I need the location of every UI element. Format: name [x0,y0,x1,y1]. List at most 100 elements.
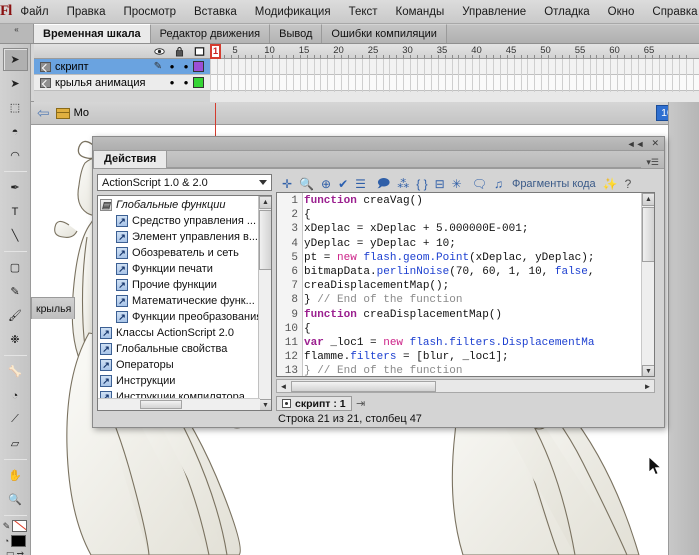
layer-outline-color[interactable] [193,77,204,88]
tree-hscroll-thumb[interactable] [140,400,182,409]
outline-icon[interactable] [194,46,205,57]
tree-vertical-scrollbar[interactable]: ▲ ▼ [258,196,271,410]
toolbox-tree-item[interactable]: ↗ Инструкции [98,373,258,389]
code-line[interactable]: { [304,209,641,223]
gradient-transform-tool[interactable]: ◓ [3,120,28,143]
code-line[interactable]: yDeplac = yDeplac + 10; [304,238,641,252]
check-syntax-icon[interactable]: ✔ [338,177,348,191]
collapse-icon[interactable]: ◄◄ [627,139,645,149]
toolbox-tree-item[interactable]: ↗ Классы ActionScript 2.0 [98,325,258,341]
tree-scroll-thumb[interactable] [259,210,271,270]
frame-row-wings[interactable] [210,75,699,91]
menu-item-7[interactable]: Управление [453,3,535,21]
menu-item-9[interactable]: Окно [599,3,644,21]
menu-item-5[interactable]: Текст [340,3,387,21]
menu-item-0[interactable]: Файл [11,3,57,21]
debug-options-icon[interactable]: ⁂ [397,177,409,191]
menu-item-4[interactable]: Модификация [246,3,340,21]
layer-visibility-toggle[interactable]: • [165,60,179,73]
toolbox-tree-item[interactable]: ↗ Математические функ... [98,293,258,309]
script-editor[interactable]: 1 2 3 4 5 6 7 8 9 10 11 12 13 function creaVag(){ xD… [276,192,655,377]
code-line[interactable]: } // End of the function [304,294,641,308]
toolbox-tree-item[interactable]: ▤ Глобальные функции [98,197,258,213]
code-snippets-icon[interactable]: ♫ [494,177,503,191]
toolbox-tree-item[interactable]: ↗ Глобальные свойства [98,341,258,357]
bone-tool[interactable]: 🦴 [3,360,28,383]
hand-tool[interactable]: ✋ [3,464,28,487]
paint-bucket-tool[interactable]: ◔ [3,384,28,407]
toolbox-tree-item[interactable]: ↗ Элемент управления в... [98,229,258,245]
hscroll-thumb[interactable] [291,380,436,392]
code-line[interactable]: bitmapData.perlinNoise(70, 60, 1, 10, fa… [304,266,641,280]
magic-wand-icon[interactable]: ✨ [603,177,618,191]
code-line[interactable]: xDeplac = xDeplac + 5.000000E-001; [304,223,641,237]
code-line[interactable]: { [304,323,641,337]
line-tool[interactable]: ╲ [3,224,28,247]
fill-color-swatch[interactable] [11,535,27,547]
expand-all-icon[interactable]: ✳ [452,177,462,191]
menu-item-3[interactable]: Вставка [185,3,246,21]
menu-item-1[interactable]: Правка [58,3,115,21]
code-snippets-label[interactable]: Фрагменты кода [512,178,596,190]
menu-item-10[interactable]: Справка [643,3,699,21]
pencil-tool[interactable]: ✎ [3,280,28,303]
editor-vertical-scrollbar[interactable]: ▲ ▼ [641,193,654,376]
pin-script-icon[interactable]: ⇥ [356,397,365,410]
code-text-area[interactable]: function creaVag(){ xDeplac = xDeplac + … [304,193,641,376]
insert-target-path-icon[interactable]: ⊕ [321,177,331,191]
code-line[interactable]: var _loc1 = new flash.filters.Displaceme… [304,337,641,351]
eyedropper-tool[interactable]: ⟋ [3,408,28,431]
zoom-tool[interactable]: 🔍 [3,488,28,511]
code-line[interactable]: function creaDisplacementMap() [304,309,641,323]
panel-menu-icon[interactable]: ▾☰ [641,157,664,168]
help-icon[interactable]: ? [625,177,632,191]
pen-tool[interactable]: ✒ [3,176,28,199]
actionscript-version-select[interactable]: ActionScript 1.0 & 2.0 [97,174,272,191]
panel-tab-3[interactable]: Ошибки компиляции [322,24,447,43]
panel-tab-2[interactable]: Вывод [270,24,323,43]
layer-lock-toggle[interactable]: • [179,76,193,89]
editor-horizontal-scrollbar[interactable]: ◄ ► [276,379,655,393]
free-transform-tool[interactable]: ⬚ [3,96,28,119]
layer-outline-color[interactable] [193,61,204,72]
auto-format-icon[interactable]: ☰ [355,177,366,191]
editor-scroll-thumb[interactable] [642,207,654,262]
scroll-down-icon[interactable]: ▼ [259,399,271,410]
add-item-icon[interactable]: ✛ [282,177,292,191]
lock-icon[interactable] [174,46,185,57]
playhead[interactable]: 1 [210,44,221,59]
layer-visibility-toggle[interactable]: • [165,76,179,89]
collapse-selection-icon[interactable]: ⊟ [435,177,445,191]
toolbox-tree-item[interactable]: ↗ Прочие функции [98,277,258,293]
text-tool[interactable]: T [3,200,28,223]
frame-row-script[interactable] [210,59,699,75]
selection-tool[interactable]: ➤ [2,48,28,71]
hscroll-left-icon[interactable]: ◄ [277,382,290,391]
code-line[interactable]: creaDisplacementMap(); [304,280,641,294]
menu-item-6[interactable]: Команды [387,3,454,21]
rectangle-tool[interactable]: ▢ [3,256,28,279]
layer-edit-icon[interactable]: ✎ [151,61,165,72]
menu-item-2[interactable]: Просмотр [114,3,185,21]
tab-actions[interactable]: Действия [93,150,168,168]
timeline-ruler[interactable]: 5 10 15 20 25 30 35 40 45 50 55 60 65 [210,44,699,59]
close-icon[interactable]: ✕ [651,138,659,149]
code-line[interactable]: } // End of the function [304,365,641,376]
toolbox-tree-item[interactable]: ↗ Обозреватель и сеть [98,245,258,261]
apply-block-comment-icon[interactable]: 🗨 [472,177,487,191]
editor-scroll-down-icon[interactable]: ▼ [642,365,654,376]
black-white-icon[interactable]: ◱ [6,550,15,555]
actions-toolbox-tree[interactable]: ▤ Глобальные функции ↗ Средство управления … [97,195,272,411]
toolbox-tree-item[interactable]: ↗ Функции преобразования [98,309,258,325]
toolbox-tree-item[interactable]: ↗ Средство управления ... [98,213,258,229]
collapse-panel-button[interactable]: « [0,24,34,43]
script-navigator-tab[interactable]: скрипт : 1 [276,396,352,411]
chevron-down-icon[interactable] [259,180,267,185]
timeline-layer-row[interactable]: крылья анимация • • [34,75,210,91]
timeline-frame-grid[interactable] [210,59,699,92]
collapse-between-braces-icon[interactable]: { } [416,177,427,191]
editor-scroll-up-icon[interactable]: ▲ [642,193,654,206]
back-arrow-icon[interactable]: ⇦ [37,104,50,122]
subselection-tool[interactable]: ➤ [3,72,28,95]
code-line[interactable]: function creaVag() [304,195,641,209]
